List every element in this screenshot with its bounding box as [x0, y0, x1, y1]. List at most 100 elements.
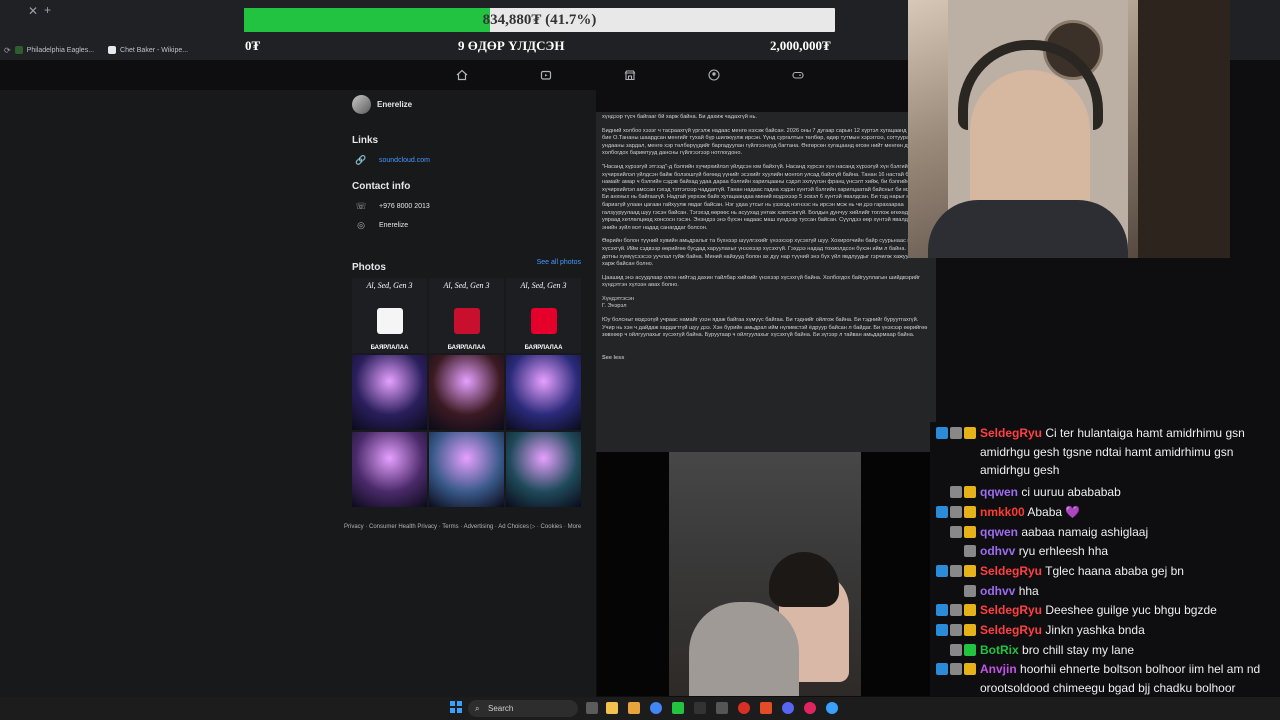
chat-username[interactable]: SeldegRyu: [980, 564, 1042, 578]
chat-badge-icon: [936, 604, 948, 617]
video-frame: [669, 452, 861, 696]
marketplace-icon[interactable]: [623, 68, 637, 82]
see-less-link[interactable]: See less: [596, 355, 630, 361]
facebook-nav: [420, 62, 840, 88]
contact-messenger[interactable]: Enerelize: [379, 222, 408, 229]
groups-icon[interactable]: [707, 68, 721, 82]
chat-badges: [936, 624, 976, 636]
chat-badge-icon: [950, 624, 962, 636]
chat-badges: [964, 584, 976, 597]
chat-message-text: Deeshee guilge yuc bhgu bgzde: [1045, 603, 1217, 618]
chat-badge-icon: [964, 624, 976, 636]
reload-icon[interactable]: ⟳: [4, 46, 11, 55]
avatar[interactable]: [352, 95, 371, 114]
kick-icon[interactable]: [672, 702, 684, 714]
chat-username[interactable]: qqwen: [980, 525, 1018, 539]
app-icon[interactable]: [804, 702, 816, 714]
stream-chat: SeldegRyu Ci ter hulantaiga hamt amidrhi…: [930, 422, 1280, 720]
chat-username[interactable]: odhvv: [980, 544, 1015, 558]
app-icon[interactable]: [760, 702, 772, 714]
chat-username[interactable]: nmkk00: [980, 505, 1025, 519]
chat-message-text: bro chill stay my lane: [1022, 642, 1135, 657]
chat-username[interactable]: SeldegRyu: [980, 603, 1042, 617]
photo-tile[interactable]: [352, 355, 427, 430]
photo-tile[interactable]: [352, 432, 427, 507]
chat-message-text: hha: [1018, 583, 1039, 598]
facebook-footer[interactable]: Privacy · Consumer Health Privacy · Term…: [344, 523, 588, 532]
sponsor-logo-icon: [377, 308, 403, 334]
photo-tile[interactable]: [429, 355, 504, 430]
app-icon[interactable]: [694, 702, 706, 714]
chat-username[interactable]: SeldegRyu: [980, 623, 1042, 637]
chat-badge-icon: [964, 643, 976, 656]
bookmark-item[interactable]: ⟳ Philadelphia Eagles...: [4, 43, 94, 57]
gaming-icon[interactable]: [791, 68, 805, 82]
photo-tile[interactable]: Al, Sed, Gen 3 БАЯРЛАЛАА: [429, 278, 504, 353]
bookmark-label: Chet Baker - Wikipe...: [120, 46, 189, 54]
photos-grid: Al, Sed, Gen 3 БАЯРЛАЛАА Al, Sed, Gen 3 БАЯ…: [352, 278, 581, 507]
post-paragraph: Өөрийн болон түүний хувийн амьдралыг та …: [602, 238, 930, 268]
see-all-photos-link[interactable]: See all photos: [537, 259, 581, 266]
watch-icon[interactable]: [539, 68, 553, 82]
discord-icon[interactable]: [782, 702, 794, 714]
chat-badges: [936, 505, 976, 518]
new-tab-button[interactable]: +: [44, 3, 51, 17]
task-view-icon[interactable]: [586, 702, 598, 714]
photo-tile[interactable]: Al, Sed, Gen 3 БАЯРЛАЛАА: [352, 278, 427, 353]
link-soundcloud[interactable]: soundcloud.com: [379, 157, 430, 164]
tab-close-icon[interactable]: ✕: [28, 4, 38, 18]
post-paragraph: Юу болсныг мэдээгүй учраас намайг үзэн я…: [602, 317, 928, 339]
windows-start-icon[interactable]: [450, 701, 462, 713]
chat-username[interactable]: odhvv: [980, 584, 1015, 598]
links-section: Links 🔗 soundcloud.com: [352, 135, 430, 166]
post-paragraph: хүндээр түсч байгааг бй харж байна. Би д…: [602, 114, 757, 120]
phone-icon: ☏: [355, 201, 367, 211]
chat-username[interactable]: qqwen: [980, 485, 1018, 499]
chat-badge-icon: [936, 624, 948, 636]
folder-icon[interactable]: [628, 702, 640, 714]
post-paragraph: Бидний холбоо хэээг ч тасраахгүй үргэлж …: [602, 127, 925, 157]
chat-badges: [936, 604, 976, 617]
chat-message-text: Jinkn yashka bnda: [1045, 623, 1145, 637]
donation-goal-days-left: 9 ӨДӨР ҮЛДСЭН: [458, 38, 565, 53]
contact-phone[interactable]: +976 8000 2013: [379, 203, 430, 210]
bookmarks-bar: ⟳ Philadelphia Eagles... Chet Baker - Wi…: [0, 43, 188, 57]
chat-badge-icon: [950, 525, 962, 538]
chat-badges: [950, 486, 976, 499]
profile-name[interactable]: Enerelize: [377, 100, 412, 109]
bookmark-favicon-icon: [14, 46, 23, 54]
messenger-icon: ◎: [357, 220, 365, 230]
taskbar-search[interactable]: ⌕ Search: [468, 700, 578, 717]
webcam-shelf: [1138, 0, 1230, 258]
post-paragraph: Хүндэтгэсэн Г. Энэрэл: [602, 295, 634, 310]
profile-header[interactable]: Enerelize: [352, 95, 412, 114]
photo-tile[interactable]: Al, Sed, Gen 3 БАЯРЛАЛАА: [506, 278, 581, 353]
chat-username[interactable]: SeldegRyu: [980, 426, 1042, 440]
home-icon[interactable]: [455, 68, 469, 82]
photo-tile-caption: БАЯРЛАЛАА: [370, 345, 409, 351]
chat-badge-icon: [936, 564, 948, 577]
bookmark-item[interactable]: Chet Baker - Wikipe...: [108, 43, 188, 57]
video-player[interactable]: [597, 452, 937, 696]
chrome-icon[interactable]: [650, 702, 662, 714]
links-title: Links: [352, 135, 379, 146]
chat-badge-icon: [964, 604, 976, 617]
photo-tile-heading: Al, Sed, Gen 3: [366, 281, 413, 290]
photo-tile[interactable]: [506, 432, 581, 507]
person-head-foreground: [689, 602, 799, 696]
chat-message-text: ryu erhleesh hha: [1018, 544, 1109, 559]
chat-badge-icon: [964, 564, 976, 577]
app-icon[interactable]: [738, 702, 750, 714]
app-icon[interactable]: [826, 702, 838, 714]
photo-tile[interactable]: [506, 355, 581, 430]
chat-badges: [936, 663, 976, 676]
streamer-webcam: [908, 0, 1230, 258]
app-icon[interactable]: [716, 702, 728, 714]
photo-tile[interactable]: [429, 432, 504, 507]
chat-message-text: aabaa namaig ashiglaaj: [1021, 524, 1149, 539]
chat-badges: [936, 427, 976, 439]
file-explorer-icon[interactable]: [606, 702, 618, 714]
chat-username[interactable]: Anvjin: [980, 662, 1017, 676]
chat-username[interactable]: BotRix: [980, 643, 1019, 657]
person-hair: [769, 552, 839, 607]
